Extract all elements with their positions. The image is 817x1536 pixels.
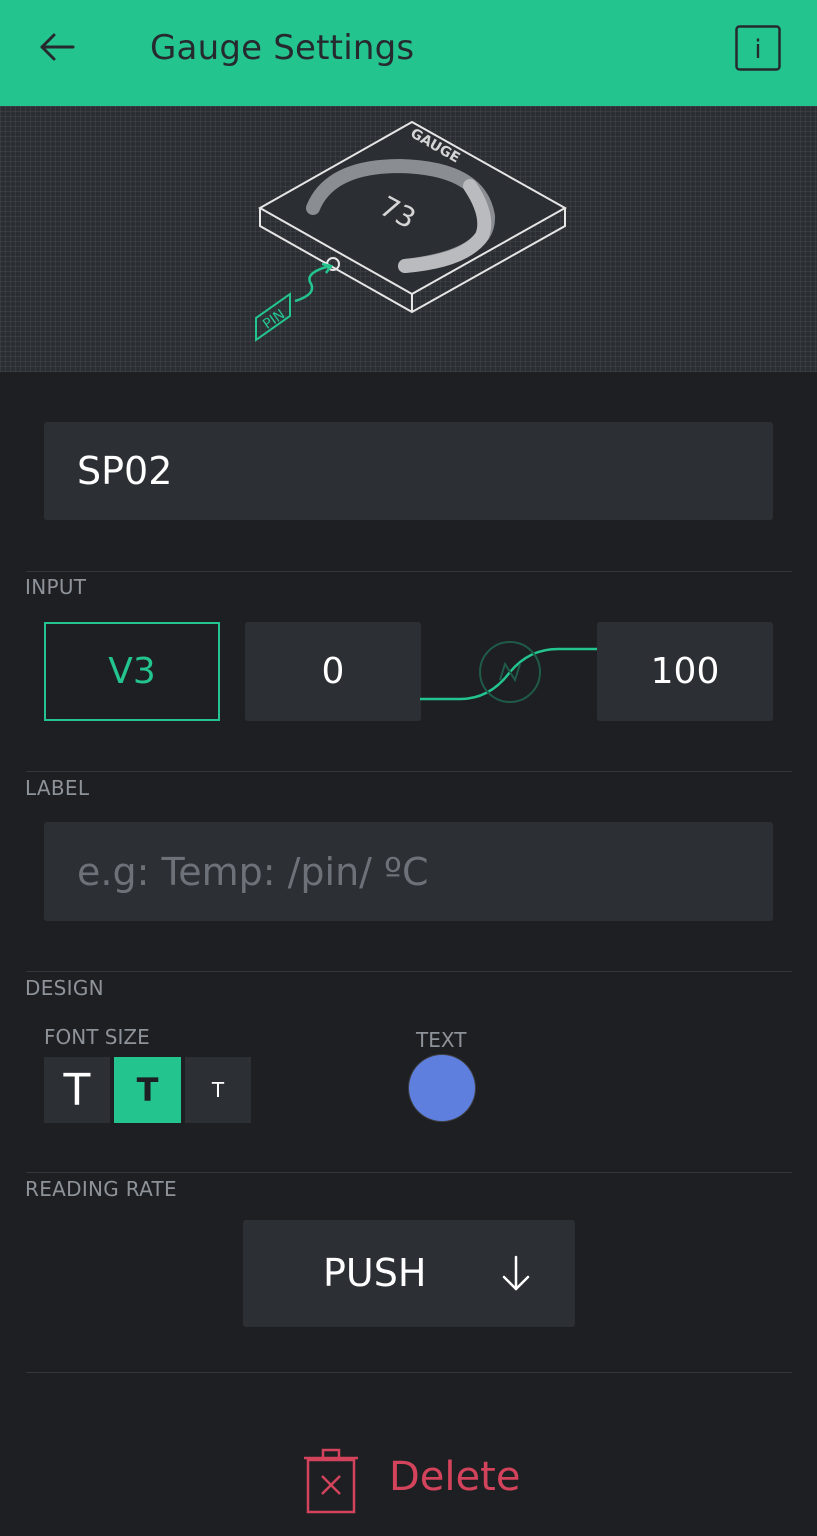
label-section-label: LABEL bbox=[25, 776, 90, 800]
delete-label: Delete bbox=[389, 1454, 521, 1500]
text-color-label: TEXT bbox=[416, 1028, 467, 1052]
page-title: Gauge Settings bbox=[150, 28, 415, 68]
pin-select-button[interactable]: V3 bbox=[44, 622, 220, 721]
font-size-label: FONT SIZE bbox=[44, 1025, 150, 1049]
widget-name-input[interactable]: SP02 bbox=[44, 422, 773, 520]
section-divider bbox=[26, 971, 792, 972]
font-size-small-button[interactable]: T bbox=[185, 1057, 251, 1123]
pin-caption-text: PIN bbox=[260, 306, 288, 332]
input-section-label: INPUT bbox=[25, 575, 87, 599]
font-size-large-button[interactable]: T bbox=[44, 1057, 110, 1123]
gauge-illustration: 73 GAUGE PIN bbox=[255, 120, 568, 342]
info-icon: i bbox=[735, 25, 781, 71]
trash-icon bbox=[304, 1448, 358, 1514]
design-section-label: DESIGN bbox=[25, 976, 104, 1000]
reading-rate-label: READING RATE bbox=[25, 1177, 177, 1201]
reading-rate-dropdown[interactable]: PUSH bbox=[243, 1220, 575, 1327]
widget-preview: 73 GAUGE PIN bbox=[0, 106, 817, 372]
app-header: Gauge Settings i bbox=[0, 0, 817, 106]
text-color-swatch[interactable] bbox=[409, 1055, 475, 1121]
min-value-input[interactable]: 0 bbox=[245, 622, 421, 721]
section-divider bbox=[26, 771, 792, 772]
font-size-medium-button[interactable]: T bbox=[114, 1057, 181, 1123]
label-input[interactable]: e.g: Temp: /pin/ ºC bbox=[44, 822, 773, 921]
section-divider bbox=[26, 1372, 792, 1373]
section-divider bbox=[26, 1172, 792, 1173]
info-button[interactable]: i bbox=[735, 25, 781, 71]
arrow-down-icon bbox=[502, 1255, 530, 1291]
back-button[interactable] bbox=[30, 24, 86, 80]
reading-rate-value: PUSH bbox=[323, 1251, 427, 1295]
mapping-curve-icon bbox=[420, 641, 598, 703]
arrow-left-icon bbox=[40, 33, 75, 61]
info-label: i bbox=[754, 35, 761, 65]
max-value-input[interactable]: 100 bbox=[597, 622, 773, 721]
section-divider bbox=[26, 571, 792, 572]
delete-button[interactable]: Delete bbox=[300, 1440, 540, 1520]
